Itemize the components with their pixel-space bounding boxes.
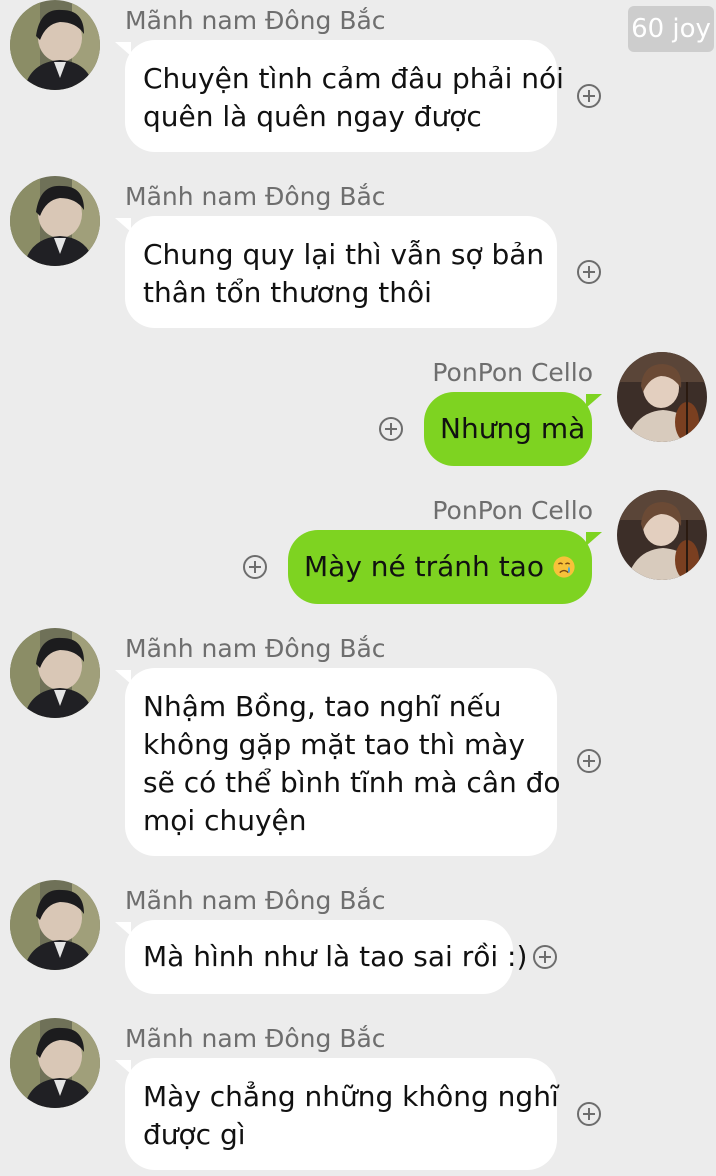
- bubble-tail: [115, 218, 131, 232]
- avatar-image: [10, 880, 100, 970]
- message-bubble[interactable]: Nhưng mà: [424, 392, 602, 466]
- message-text-line: Chuyện tình cảm đâu phải nói: [143, 62, 564, 95]
- message-text-line: sẽ có thể bình tĩnh mà cân đo: [143, 766, 561, 799]
- sender-name: Mãnh nam Đông Bắc: [125, 634, 386, 663]
- message-bubble[interactable]: Chung quy lại thì vẫn sợ bản thân tổn th…: [115, 216, 557, 328]
- own-avatar[interactable]: [617, 352, 707, 442]
- avatar-image: [10, 1018, 100, 1108]
- message-bubble[interactable]: Mà hình như là tao sai rồi :): [115, 920, 528, 994]
- plus-circle-icon[interactable]: [576, 259, 602, 285]
- avatar-image: [617, 352, 707, 442]
- sender-name: Mãnh nam Đông Bắc: [125, 1024, 386, 1053]
- message-text-line: Nhưng mà: [440, 412, 586, 445]
- message-text-line: không gặp mặt tao thì mày: [143, 728, 526, 761]
- bubble-tail: [115, 922, 131, 936]
- sender-name: Mãnh nam Đông Bắc: [125, 6, 386, 35]
- sender-name: Mãnh nam Đông Bắc: [125, 182, 386, 211]
- message-text-line: Nhậm Bồng, tao nghĩ nếu: [143, 690, 502, 723]
- message-text-line: thân tổn thương thôi: [143, 276, 432, 309]
- avatar-image: [617, 490, 707, 580]
- plus-circle-icon[interactable]: [242, 554, 268, 580]
- bubble-tail: [115, 1060, 131, 1074]
- bubble-tail: [586, 394, 602, 408]
- sender-avatar[interactable]: [10, 1018, 100, 1108]
- bubble-tail: [115, 670, 131, 684]
- message-text-line: Mày né tránh tao: [304, 550, 544, 583]
- plus-circle-icon[interactable]: [576, 1101, 602, 1127]
- sender-avatar[interactable]: [10, 628, 100, 718]
- message-bubble[interactable]: Mày né tránh tao: [288, 530, 602, 604]
- avatar-image: [10, 628, 100, 718]
- message-text-line: mọi chuyện: [143, 804, 307, 837]
- bubble-tail: [115, 42, 131, 56]
- crying-face-emoji: [553, 556, 575, 578]
- sender-name: Mãnh nam Đông Bắc: [125, 886, 386, 915]
- message-text-line: Mà hình như là tao sai rồi :): [143, 940, 528, 973]
- sender-avatar[interactable]: [10, 880, 100, 970]
- message-text-line: quên là quên ngay được: [143, 100, 482, 133]
- sender-name: PonPon Cello: [432, 358, 593, 387]
- plus-circle-icon[interactable]: [378, 416, 404, 442]
- avatar-image: [10, 0, 100, 90]
- message-bubble[interactable]: Mày chẳng những không nghĩ được gì: [115, 1058, 559, 1170]
- message-bubble[interactable]: Nhậm Bồng, tao nghĩ nếu không gặp mặt ta…: [115, 668, 561, 856]
- message-text-line: được gì: [143, 1118, 246, 1151]
- sender-avatar[interactable]: [10, 0, 100, 90]
- plus-circle-icon[interactable]: [576, 748, 602, 774]
- own-avatar[interactable]: [617, 490, 707, 580]
- message-text-line: Mày chẳng những không nghĩ: [143, 1080, 559, 1113]
- watermark-badge: 60 joy: [628, 6, 714, 52]
- plus-circle-icon[interactable]: [532, 944, 558, 970]
- avatar-image: [10, 176, 100, 266]
- message-text-line: Chung quy lại thì vẫn sợ bản: [143, 238, 545, 271]
- message-bubble[interactable]: Chuyện tình cảm đâu phải nói quên là quê…: [115, 40, 564, 152]
- sender-avatar[interactable]: [10, 176, 100, 266]
- sender-name: PonPon Cello: [432, 496, 593, 525]
- plus-circle-icon[interactable]: [576, 83, 602, 109]
- bubble-tail: [586, 532, 602, 546]
